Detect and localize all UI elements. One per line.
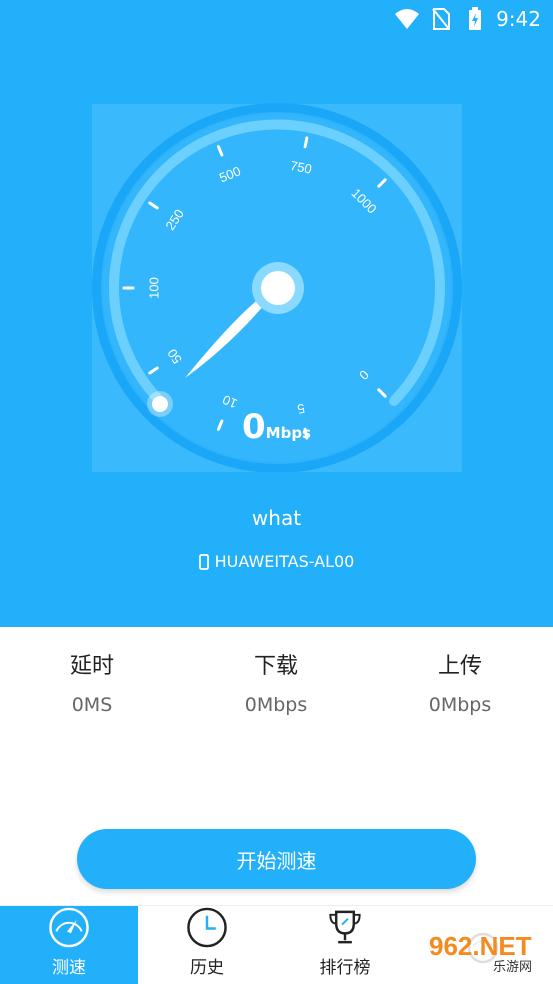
- stat-value: 0Mbps: [244, 694, 308, 716]
- stat-value: 0MS: [71, 694, 113, 716]
- start-test-button[interactable]: 开始测速: [77, 829, 476, 889]
- clock-icon: [187, 907, 227, 948]
- stat-upload: 上传 0Mbps: [368, 648, 552, 716]
- device-name: HUAWEITAS-AL00: [214, 552, 355, 571]
- gauge-scale-label: 100: [146, 277, 161, 299]
- speed-unit: Mbps: [265, 424, 311, 442]
- device-info: HUAWEITAS-AL00: [0, 552, 553, 571]
- stat-label: 延时: [69, 654, 114, 679]
- tab-label: 测速: [52, 958, 86, 978]
- site-watermark: 962.NET 乐游网: [421, 921, 549, 979]
- gauge-tick: [303, 136, 309, 149]
- tab-leaderboard[interactable]: 排行榜: [276, 906, 414, 984]
- wifi-ssid: what: [251, 506, 302, 530]
- clock-time: 9:42: [496, 7, 541, 31]
- stat-download: 下载 0Mbps: [184, 648, 368, 716]
- tab-history[interactable]: 历史: [138, 906, 276, 984]
- watermark-subtext: 乐游网: [493, 960, 532, 975]
- tab-label: 历史: [190, 958, 224, 978]
- stats-row: 延时 0MS 下载 0Mbps 上传 0Mbps: [0, 648, 553, 716]
- stat-label: 上传: [437, 654, 482, 679]
- speed-test-panel: 9:42 0 5 10 50 100 250 500 750 1000 0Mbps what H…: [0, 0, 553, 627]
- stat-latency: 延时 0MS: [0, 648, 184, 716]
- status-bar: 9:42: [394, 6, 541, 32]
- trophy-icon: [329, 910, 361, 944]
- current-speed: 0Mbps: [0, 407, 553, 447]
- stat-label: 下载: [253, 654, 298, 679]
- battery-charging-icon: [462, 6, 488, 32]
- phone-icon: [198, 553, 209, 570]
- wifi-icon: [394, 6, 420, 32]
- no-sim-icon: [428, 6, 454, 32]
- tab-label: 排行榜: [319, 958, 371, 978]
- tab-speed-test[interactable]: 测速: [0, 906, 138, 984]
- stat-value: 0Mbps: [428, 694, 492, 716]
- watermark-text: 962.NET: [429, 931, 532, 961]
- speedometer-icon: [49, 907, 89, 948]
- speed-value: 0: [241, 407, 266, 447]
